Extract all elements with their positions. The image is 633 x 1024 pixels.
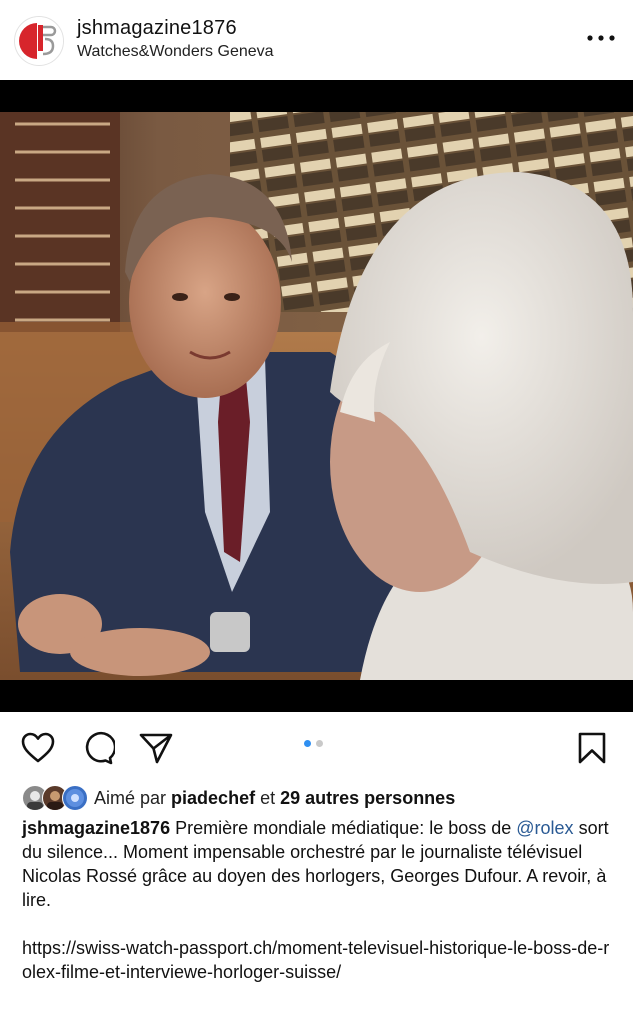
post-media[interactable] <box>0 80 633 712</box>
save-button[interactable] <box>574 730 610 766</box>
heart-icon <box>21 732 55 763</box>
liker-avatars <box>22 785 92 811</box>
comment-icon <box>85 731 117 765</box>
post-caption: jshmagazine1876 Première mondiale médiat… <box>22 816 618 984</box>
likes-row[interactable]: Aimé par piadechef et 29 autres personne… <box>22 784 455 812</box>
comment-button[interactable] <box>79 730 117 766</box>
post-location[interactable]: Watches&Wonders Geneva <box>77 43 274 61</box>
post-header: jshmagazine1876 Watches&Wonders Geneva <box>0 0 633 80</box>
action-bar <box>0 722 633 774</box>
jsh-logo-icon <box>15 17 63 65</box>
more-icon <box>587 35 615 41</box>
post-photo <box>0 112 633 680</box>
caption-link[interactable]: https://swiss-watch-passport.ch/moment-t… <box>22 936 618 984</box>
like-button[interactable] <box>20 730 56 766</box>
carousel-dot-active <box>304 740 311 747</box>
likes-text: Aimé par piadechef et 29 autres personne… <box>94 788 455 809</box>
share-button[interactable] <box>138 730 174 766</box>
post-username[interactable]: jshmagazine1876 <box>77 17 237 40</box>
profile-avatar[interactable] <box>14 16 64 66</box>
likes-prefix: Aimé par <box>94 787 167 808</box>
likes-joiner: et <box>260 787 276 808</box>
bookmark-icon <box>578 732 606 764</box>
more-options-button[interactable] <box>585 26 617 50</box>
share-icon <box>139 733 173 764</box>
carousel-indicator <box>304 740 323 747</box>
caption-mention[interactable]: @rolex <box>516 818 573 838</box>
liker-avatar <box>62 785 88 811</box>
liker-name[interactable]: piadechef <box>171 788 255 808</box>
caption-text: Première mondiale médiatique: le boss de <box>170 818 517 838</box>
caption-username[interactable]: jshmagazine1876 <box>22 818 170 838</box>
carousel-dot <box>316 740 323 747</box>
likes-others[interactable]: 29 autres personnes <box>280 788 455 808</box>
